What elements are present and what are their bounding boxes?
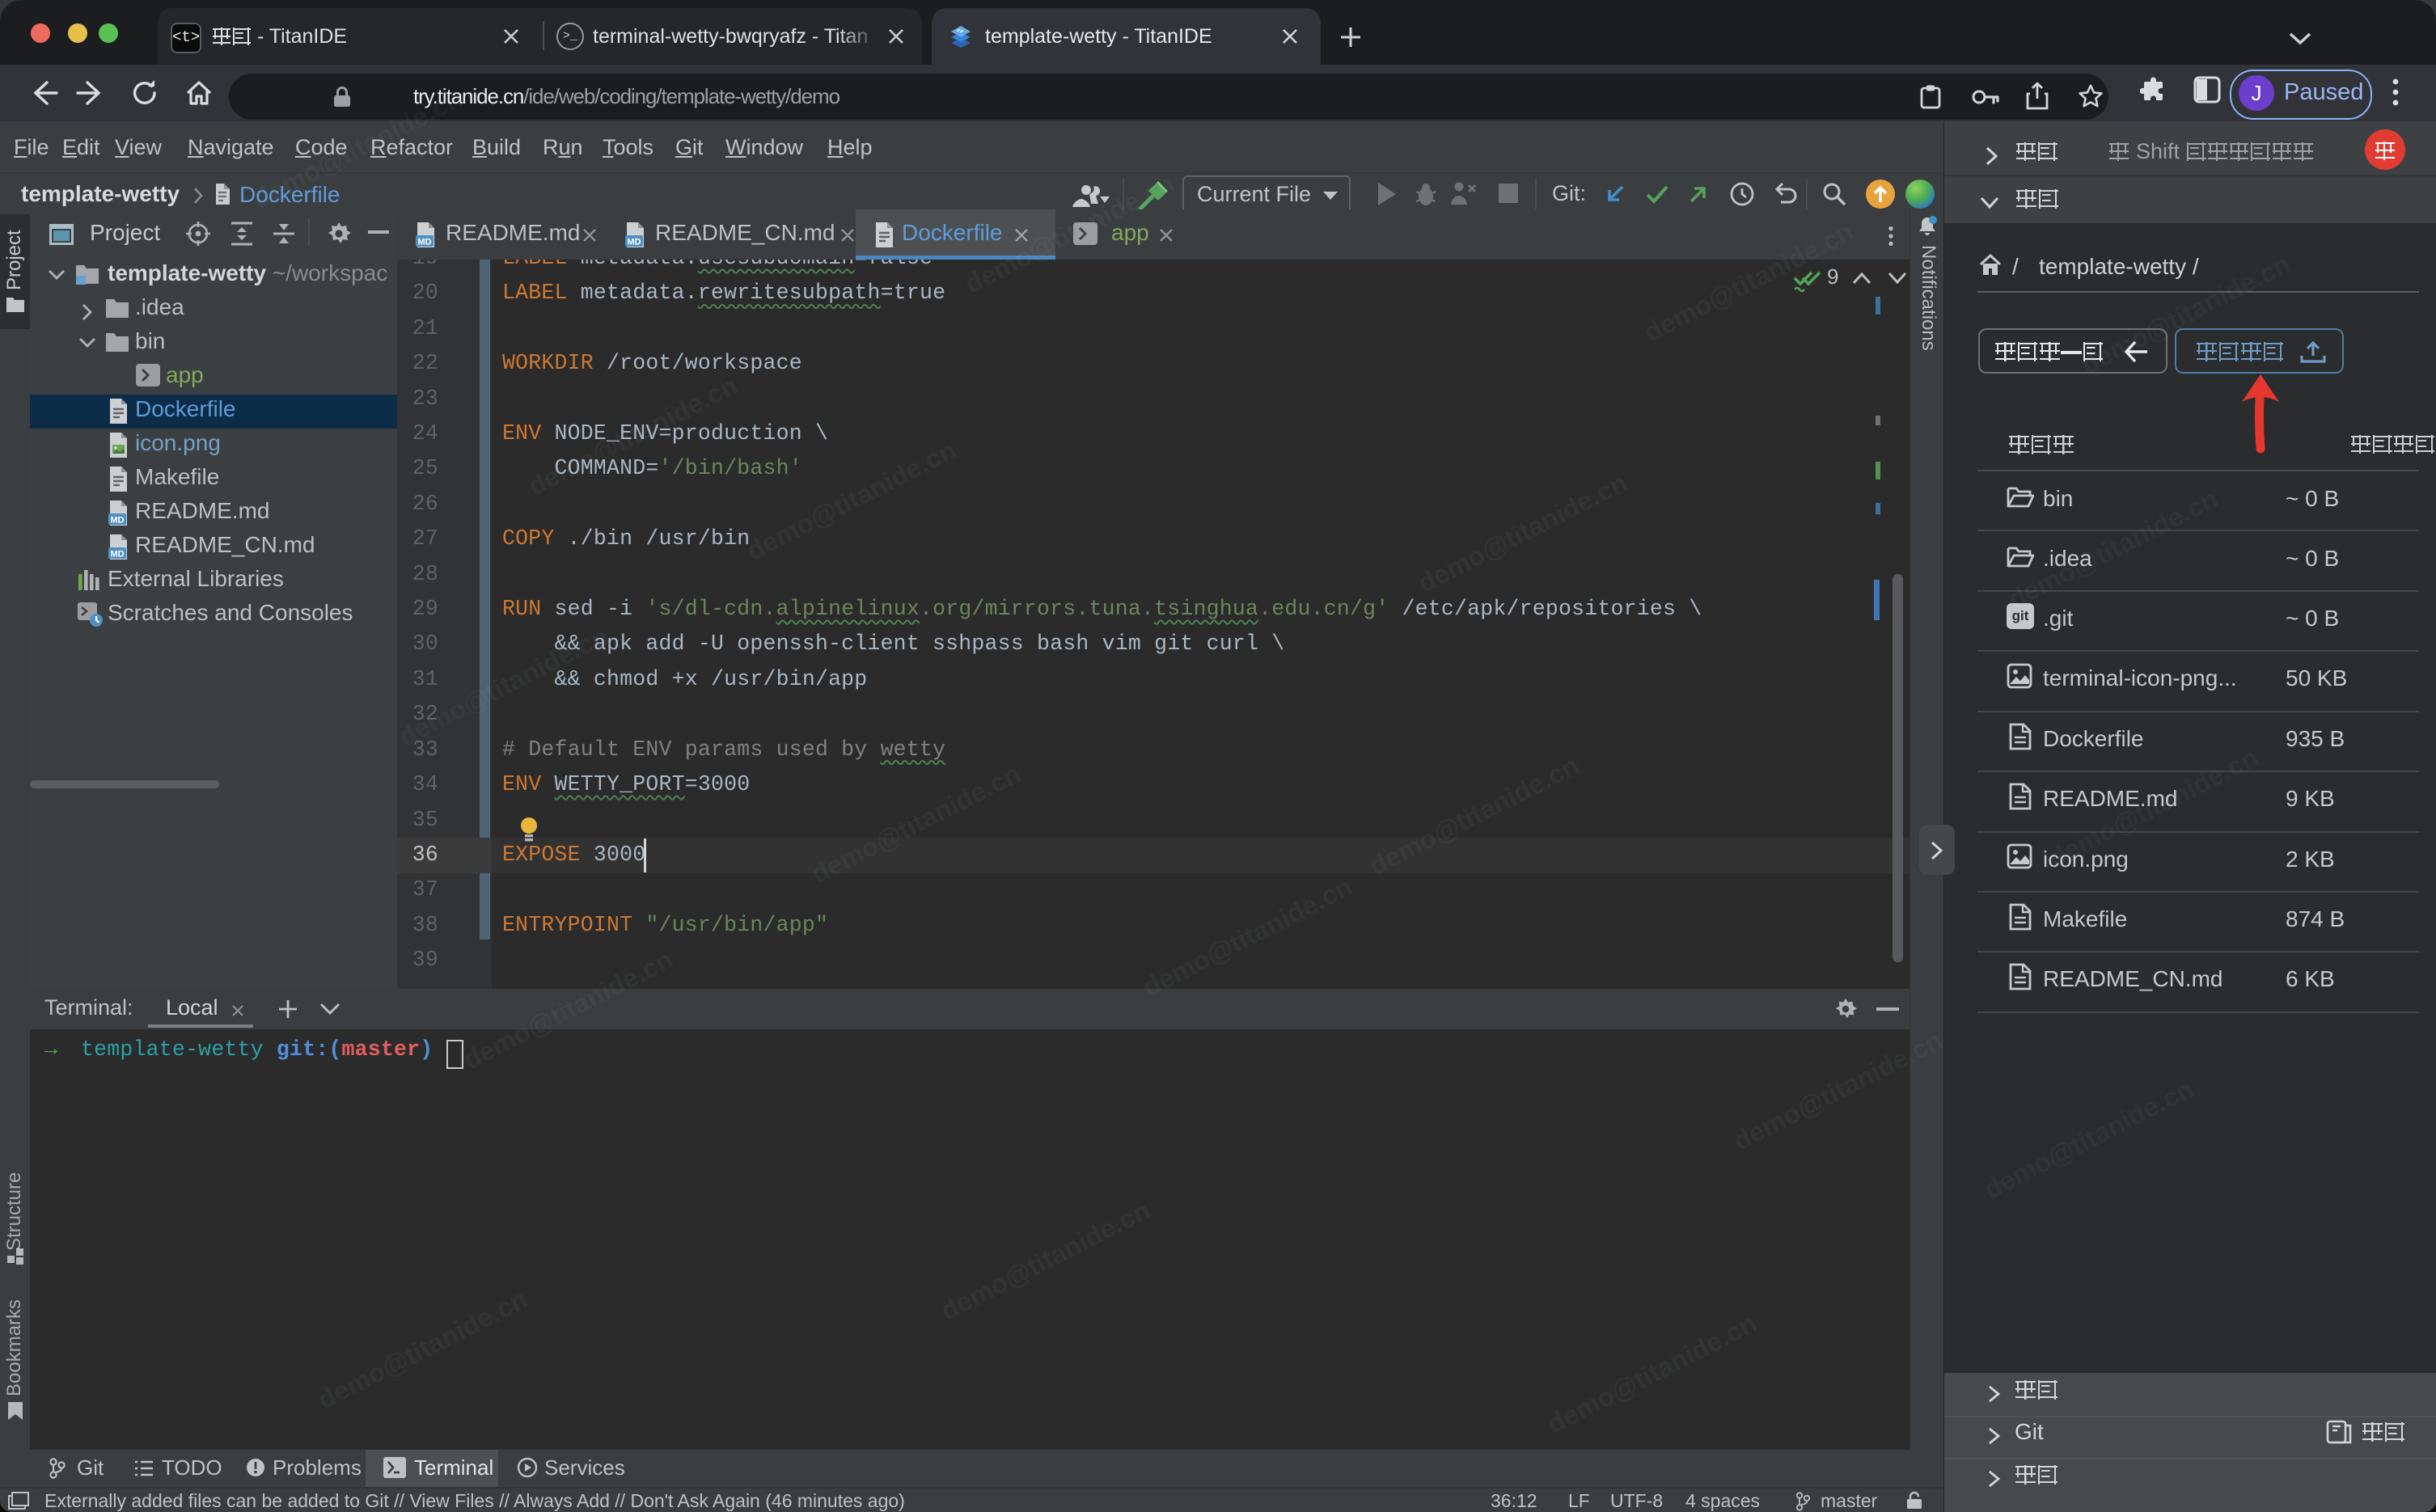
svg-text:MD: MD bbox=[110, 516, 124, 526]
svg-text:MD: MD bbox=[110, 550, 124, 560]
svg-text:MD: MD bbox=[627, 238, 641, 247]
svg-text:MD: MD bbox=[417, 238, 431, 247]
